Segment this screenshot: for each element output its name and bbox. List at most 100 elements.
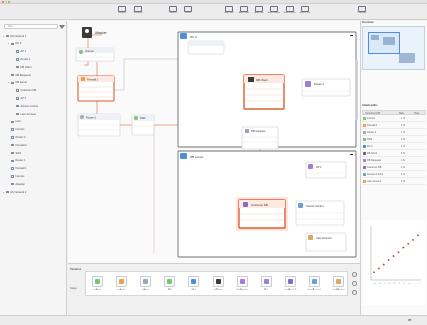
minimap-viewport[interactable]	[368, 32, 400, 54]
attack-row[interactable]: Firewall 1 1 hr	[362, 123, 426, 129]
node-firewall-1[interactable]: Firewall 1	[77, 75, 115, 102]
sidebar-item[interactable]: Router 1	[8, 158, 25, 164]
toolbar-space-horizontal-button[interactable]: Space Horiz.	[283, 6, 297, 19]
node-user-account[interactable]: User Account	[305, 232, 347, 252]
timeline-step[interactable]	[284, 276, 296, 287]
attack-row[interactable]: User Account 1 hr	[362, 179, 426, 185]
overview-minimap[interactable]	[362, 26, 425, 70]
chart-point	[382, 263, 385, 266]
attack-row[interactable]: Customer DB 1 hr	[362, 165, 426, 171]
sidebar-item[interactable]: Firewall 1	[8, 166, 27, 172]
timeline-step[interactable]	[116, 276, 128, 287]
timeline-step-number: 6	[240, 288, 242, 291]
node-router-left[interactable]: Router 1	[77, 113, 121, 137]
attack-row[interactable]: Internet 1 hr	[362, 116, 426, 122]
sidebar-item[interactable]: AP 2	[13, 95, 26, 101]
node-attacker[interactable]: Attacker	[82, 27, 108, 38]
toolbar-select-button[interactable]: Select	[181, 6, 195, 19]
timeline-step[interactable]	[333, 276, 344, 287]
switch-icon	[134, 116, 138, 120]
node-access-control[interactable]: Access Control	[295, 200, 345, 226]
attack-row[interactable]: DB Client 1 hr	[362, 151, 426, 157]
attack-row[interactable]: SW2 1 hr	[362, 137, 426, 143]
sidebar-item-label: Internet	[15, 128, 25, 132]
node-router-right[interactable]: Router 1	[301, 78, 351, 97]
node-type-icon	[11, 159, 14, 163]
sidebar-item[interactable]: ▾ My Network 1	[3, 33, 26, 39]
sidebar-item[interactable]: Router 1	[13, 56, 30, 62]
user-account-icon	[308, 235, 313, 240]
timeline-strip[interactable]: Internet Firewall 1 Router 1 SW2 DC 2 DB Clie…	[85, 271, 348, 296]
sidebar-item[interactable]: Attacker	[8, 181, 25, 187]
sidebar-item[interactable]: AP 1	[13, 49, 26, 55]
zoom-window-button[interactable]	[8, 1, 10, 3]
sidebar-item[interactable]: ▾ DB server	[8, 80, 27, 86]
toolbar-generate-button[interactable]: Generate	[131, 6, 145, 19]
timeline-step-number: 2	[144, 288, 146, 291]
timeline-step-icon	[287, 279, 293, 284]
timeline-step[interactable]	[164, 276, 176, 287]
timeline-step[interactable]	[236, 276, 248, 287]
sidebar-item[interactable]: User	[8, 119, 21, 125]
sidebar-item[interactable]: Access Control	[13, 103, 38, 109]
sidebar-item[interactable]: User Account	[13, 111, 36, 117]
node-db-client[interactable]: DB Client	[243, 74, 285, 110]
attack-row[interactable]: Router 1 1 hr	[362, 130, 426, 136]
sidebar-item[interactable]: ▾ DC 2	[8, 41, 21, 47]
sidebar-item-label: SW1	[15, 151, 22, 155]
sidebar-item[interactable]: DB Client	[13, 64, 31, 70]
toolbar-inspector-button[interactable]: Inspector	[355, 6, 369, 19]
toolbar-align-top-button[interactable]: Align Top	[252, 6, 266, 19]
node-customer-db[interactable]: Customer DB	[236, 197, 288, 231]
zoom-in-icon[interactable]	[352, 272, 357, 277]
sidebar-item[interactable]: SW1	[8, 150, 21, 156]
timeline-step[interactable]	[92, 276, 103, 287]
collapse-icon[interactable]	[350, 35, 353, 36]
attack-row[interactable]: DC 2 1 hr	[362, 144, 426, 150]
attack-row-value: 1 hr	[401, 138, 406, 141]
toolbar-align-right-button[interactable]: Align Right	[237, 6, 251, 19]
sidebar-item[interactable]: DB Requests	[8, 72, 31, 78]
collapse-icon-2[interactable]	[350, 154, 353, 155]
toolbar-align-bottom-button[interactable]: Align Bottom	[267, 6, 281, 19]
close-window-button[interactable]	[2, 1, 4, 3]
sidebar-item-label: DC 2	[15, 42, 22, 46]
timeline-step-icon	[239, 279, 245, 284]
attack-paths-label: Attack paths	[362, 104, 378, 107]
timeline-step[interactable]	[260, 276, 272, 287]
timeline-step[interactable]	[188, 276, 200, 287]
sidebar-item[interactable]: Internet	[8, 173, 24, 179]
sidebar-item[interactable]: ▸ My Network 2	[3, 189, 26, 195]
timeline-step[interactable]	[212, 276, 224, 287]
minimize-window-button[interactable]	[5, 1, 7, 3]
toolbar-search-button[interactable]: Search	[166, 6, 180, 19]
node-db-requests[interactable]: DB requests	[241, 126, 279, 150]
sidebar-item[interactable]: Firewall 2	[8, 142, 27, 148]
timeline-step-number: 0	[95, 288, 98, 291]
attack-row[interactable]: DB Requests 1 hr	[362, 158, 426, 164]
attack-row[interactable]: Access Control 1 hr	[362, 172, 426, 178]
sidebar-item[interactable]: Customer DB	[13, 88, 36, 94]
search-input[interactable]: Filter	[4, 24, 58, 29]
node-sw2[interactable]: SW2	[131, 114, 155, 136]
toolbar-connect-label: Connect	[117, 12, 127, 14]
node-internet[interactable]: Internet	[75, 47, 115, 62]
toolbar-connect-button[interactable]: Connect	[115, 6, 129, 19]
sidebar-item[interactable]: Internet	[8, 127, 24, 133]
diagram-svg: Attacker Internet Firewall 1 Router 1 SW…	[75, 27, 357, 258]
toolbar-space-vertical-button[interactable]: Space Vert.	[298, 6, 312, 19]
node-ap1[interactable]: AP 1	[305, 161, 347, 179]
filter-icon[interactable]	[59, 24, 65, 30]
timeline-step[interactable]	[140, 276, 152, 287]
timeline-step[interactable]	[308, 276, 320, 287]
link-firewall-dc2	[114, 58, 178, 91]
attack-row-icon	[363, 117, 366, 120]
canvas-scrollbar[interactable]	[355, 60, 358, 120]
diagram-canvas[interactable]: Attacker Internet Firewall 1 Router 1 SW…	[68, 21, 360, 263]
zoom-out-icon[interactable]	[352, 281, 357, 286]
node-type-icon	[16, 50, 19, 53]
sidebar-item[interactable]: Router 2	[8, 134, 25, 140]
node-firewall-label: Firewall 1	[87, 78, 99, 82]
toolbar-align-left-button[interactable]: Align Left	[222, 6, 236, 19]
zoom-fit-icon[interactable]	[352, 290, 357, 295]
